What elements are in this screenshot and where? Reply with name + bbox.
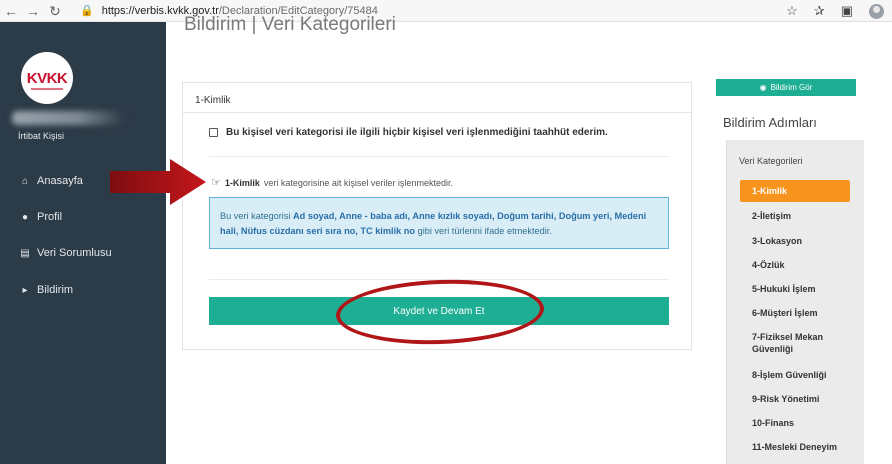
lock-icon[interactable]: 🔒 [80, 4, 94, 17]
category-description-alert: Bu veri kategorisi Ad soyad, Anne - baba… [209, 197, 669, 249]
panel-title: 1-Kimlik [195, 95, 231, 106]
step-item-islem-guvenligi[interactable]: 8-İşlem Güvenliği [740, 369, 850, 381]
sidebar-item-label: Anasayfa [37, 175, 83, 187]
eye-icon: ◉ [759, 83, 767, 92]
no-processing-checkbox[interactable] [209, 128, 218, 137]
sidebar-item-label: Bildirim [37, 284, 74, 296]
user-icon: ● [21, 211, 29, 223]
logo-text: KVKK [26, 69, 68, 87]
database-icon: ▤ [20, 247, 30, 259]
processing-info-line: ☞ 1-Kimlik veri kategorisine ait kişisel… [211, 176, 453, 189]
divider [209, 279, 669, 280]
category-panel: 1-Kimlik Bu kişisel veri kategorisi ile … [182, 82, 692, 350]
divider [209, 156, 669, 157]
step-item-finans[interactable]: 10-Finans [740, 417, 850, 429]
steps-panel: Veri Kategorileri 1-Kimlik 2-İletişim 3-… [726, 140, 864, 464]
back-arrow-icon[interactable]: ← [0, 0, 22, 22]
no-processing-label[interactable]: Bu kişisel veri kategorisi ile ilgili hi… [226, 127, 608, 138]
step-item-mesleki-deneyim[interactable]: 11-Mesleki Deneyim [740, 441, 850, 453]
sidebar-item-veri-sorumlusu[interactable]: ▤ Veri Sorumlusu [19, 247, 112, 259]
kvkk-logo[interactable]: KVKK [21, 52, 73, 104]
read-aloud-icon[interactable]: ☆ [786, 3, 798, 19]
home-icon: ⌂ [21, 175, 29, 187]
step-item-musteri-islem[interactable]: 6-Müşteri İşlem [740, 307, 850, 319]
sidebar: KVKK İrtibat Kişisi ⌂ Anasayfa ● Profil … [0, 22, 166, 464]
steps-subtitle: Veri Kategorileri [739, 156, 803, 166]
panel-header: 1-Kimlik [183, 83, 691, 113]
contact-person-label: İrtibat Kişisi [18, 131, 65, 141]
step-item-fiziksel-mekan-guvenligi[interactable]: 7-Fiziksel Mekan Güvenliği [740, 331, 840, 355]
bullhorn-icon: ▸ [22, 284, 28, 296]
logo-underline [31, 88, 63, 90]
no-processing-option: Bu kişisel veri kategorisi ile ilgili hi… [209, 127, 608, 138]
sidebar-item-label: Profil [37, 211, 63, 223]
view-notification-button[interactable]: ◉ Bildirim Gör [716, 79, 856, 96]
collections-icon[interactable]: ▣ [841, 3, 853, 19]
view-button-label: Bildirim Gör [770, 83, 813, 92]
forward-arrow-icon[interactable]: → [22, 0, 44, 22]
page-title: Bildirim | Veri Kategorileri [184, 14, 396, 35]
screenshot-frame: ← → ↻ 🔒 https://verbis.kvkk.gov.tr/Decla… [0, 0, 892, 464]
info-category-name: 1-Kimlik [224, 177, 260, 188]
step-item-risk-yonetimi[interactable]: 9-Risk Yönetimi [740, 393, 850, 405]
hand-pointer-icon: ☞ [211, 177, 221, 189]
alert-suffix: gibi veri türlerini ifade etmektedir. [417, 226, 552, 236]
sidebar-item-label: Veri Sorumlusu [37, 247, 112, 259]
step-item-ozluk[interactable]: 4-Özlük [740, 259, 850, 271]
sidebar-item-profil[interactable]: ● Profil [19, 211, 62, 223]
favorites-icon[interactable]: ✰ [814, 3, 825, 19]
annotation-arrow-icon [110, 159, 206, 205]
step-item-lokasyon[interactable]: 3-Lokasyon [740, 235, 850, 247]
sidebar-item-bildirim[interactable]: ▸ Bildirim [19, 284, 73, 296]
step-item-iletisim[interactable]: 2-İletişim [740, 210, 850, 222]
step-item-kimlik[interactable]: 1-Kimlik [740, 180, 850, 202]
steps-title: Bildirim Adımları [723, 115, 817, 130]
alert-prefix: Bu veri kategorisi [220, 211, 291, 221]
profile-avatar-icon[interactable] [869, 3, 884, 19]
browser-toolbar: ← → ↻ 🔒 https://verbis.kvkk.gov.tr/Decla… [0, 0, 892, 22]
save-and-continue-button[interactable]: Kaydet ve Devam Et [209, 297, 669, 325]
blurred-user-name [12, 111, 124, 125]
sidebar-item-anasayfa[interactable]: ⌂ Anasayfa [19, 175, 83, 187]
reload-icon[interactable]: ↻ [44, 0, 66, 22]
step-item-hukuki-islem[interactable]: 5-Hukuki İşlem [740, 283, 850, 295]
info-text: veri kategorisine ait kişisel veriler iş… [263, 177, 453, 188]
browser-actions: ☆ ✰ ▣ [786, 0, 884, 22]
